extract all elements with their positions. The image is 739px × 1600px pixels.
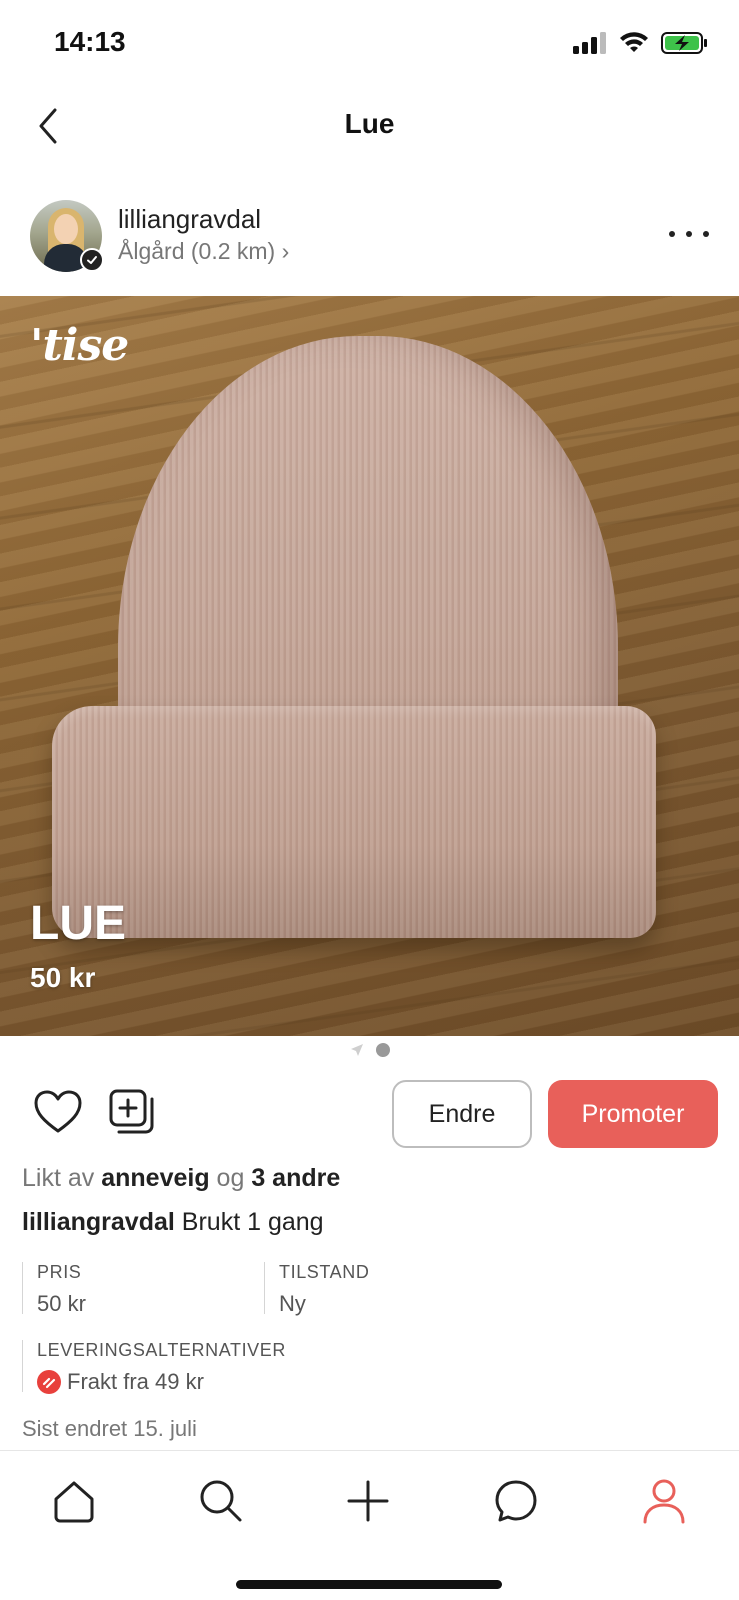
add-to-collection-button[interactable] [108,1088,156,1136]
more-dot-icon [669,231,675,237]
promote-button[interactable]: Promoter [548,1080,718,1148]
tab-messages[interactable] [486,1473,546,1529]
caption-username[interactable]: lilliangravdal [22,1208,175,1236]
tab-profile[interactable] [634,1473,694,1529]
price-value: 50 kr [37,1291,86,1316]
tab-bar [0,1450,739,1600]
price-label: PRIS [37,1262,82,1282]
tab-home[interactable] [44,1473,104,1529]
pager-dot-active [375,1043,390,1057]
profile-icon [643,1479,685,1524]
liked-by-user[interactable]: anneveig [101,1164,209,1192]
photo-pager [0,1042,739,1058]
battery-charging-icon [661,32,707,54]
chat-icon [495,1480,537,1522]
seller-header: lilliangravdal Ålgård (0.2 km) › [0,196,739,276]
condition-value: Ny [279,1291,306,1316]
signal-icon [573,32,606,54]
seller-location[interactable]: Ålgård (0.2 km) › [118,238,289,265]
search-icon [200,1480,242,1522]
more-dot-icon [686,231,692,237]
beanie-cuff [52,706,656,938]
wifi-icon [620,32,648,52]
last-edited-text: Sist endret 15. juli [22,1416,197,1441]
navigation-bar: Lue [0,86,739,166]
home-indicator [236,1580,502,1589]
photo-title: LUE [30,897,126,950]
edit-button[interactable]: Endre [392,1080,532,1148]
seller-username[interactable]: lilliangravdal [118,204,261,235]
add-collection-icon [109,1089,154,1134]
tise-watermark-logo: 'tise [30,320,129,371]
shipping-icon [37,1370,61,1394]
more-dot-icon [703,231,709,237]
status-time: 14:13 [54,26,126,57]
product-photo[interactable]: 'tise LUE 50 kr [0,296,739,1036]
delivery-value: Frakt fra 49 kr [67,1369,204,1394]
avatar-face [54,214,78,244]
tab-search[interactable] [191,1473,251,1529]
delivery-label: LEVERINGSALTERNATIVER [37,1340,286,1360]
photo-price: 50 kr [30,962,96,993]
plus-icon [347,1480,389,1522]
condition-label: TILSTAND [279,1262,370,1282]
status-bar: 14:13 [0,0,739,80]
caption: lilliangravdal Brukt 1 gang [22,1208,324,1237]
status-icons [573,30,709,56]
page-title: Lue [344,108,395,139]
liked-by-connector: og [216,1164,245,1192]
delivery-attribute: LEVERINGSALTERNATIVER Frakt fra 49 kr [22,1340,286,1395]
price-attribute: PRIS 50 kr [22,1262,86,1316]
verified-badge [80,248,104,272]
location-arrow-icon [350,1044,363,1056]
like-button[interactable] [34,1090,82,1136]
checkmark-icon [87,256,97,264]
tab-create[interactable] [338,1473,398,1529]
delivery-value-row[interactable]: Frakt fra 49 kr [37,1369,286,1395]
liked-by-others[interactable]: 3 andre [251,1164,340,1192]
caption-text: Brukt 1 gang [181,1208,324,1236]
liked-by-prefix: Likt av [22,1164,95,1192]
action-row: Endre Promoter [0,1078,739,1150]
heart-icon [34,1090,82,1133]
liked-by-text[interactable]: Likt av anneveig og 3 andre [22,1164,340,1193]
more-options-button[interactable] [669,222,709,246]
condition-attribute: TILSTAND Ny [264,1262,370,1316]
home-icon [54,1481,94,1523]
